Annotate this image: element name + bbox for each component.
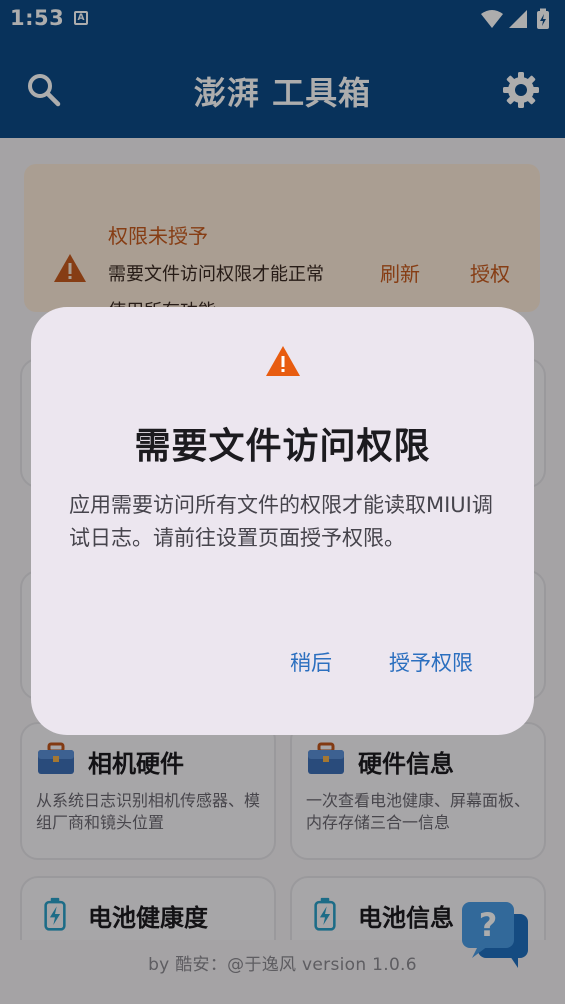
dialog-message: 应用需要访问所有文件的权限才能读取MIUI调试日志。请前往设置页面授予权限。 (69, 493, 493, 550)
permission-dialog: 需要文件访问权限 应用需要访问所有文件的权限才能读取MIUI调试日志。请前往设置… (31, 307, 534, 735)
later-button[interactable]: 稍后 (290, 647, 332, 677)
warning-triangle-icon (266, 346, 300, 376)
grant-permission-button[interactable]: 授予权限 (389, 647, 473, 677)
dialog-title: 需要文件访问权限 (134, 426, 431, 467)
